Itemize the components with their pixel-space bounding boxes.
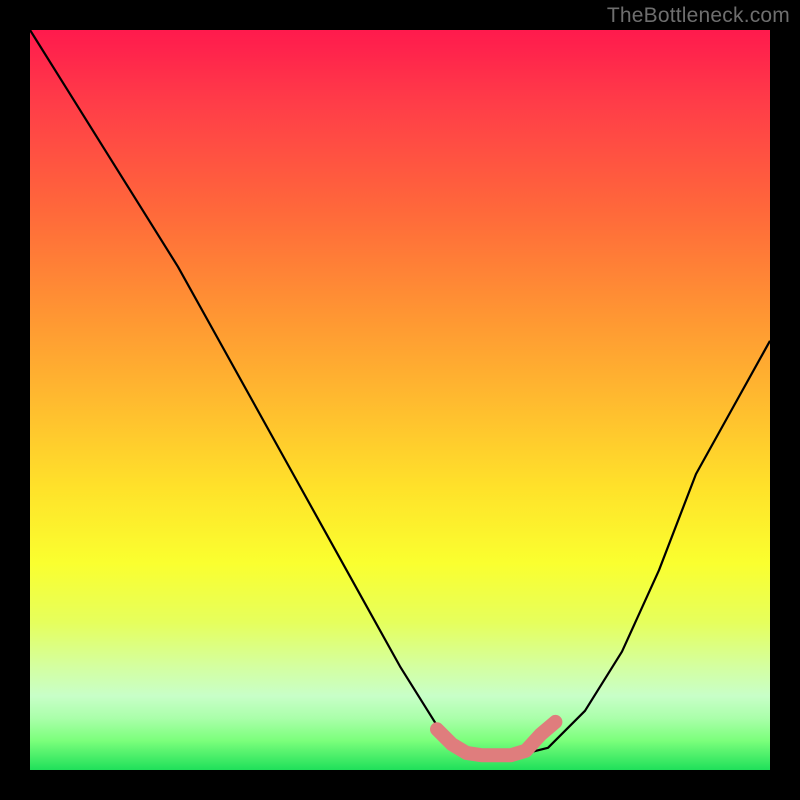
plot-area [30,30,770,770]
bottleneck-curve [30,30,770,755]
plot-svg [30,30,770,770]
watermark-text: TheBottleneck.com [607,4,790,28]
chart-container: TheBottleneck.com [0,0,800,800]
